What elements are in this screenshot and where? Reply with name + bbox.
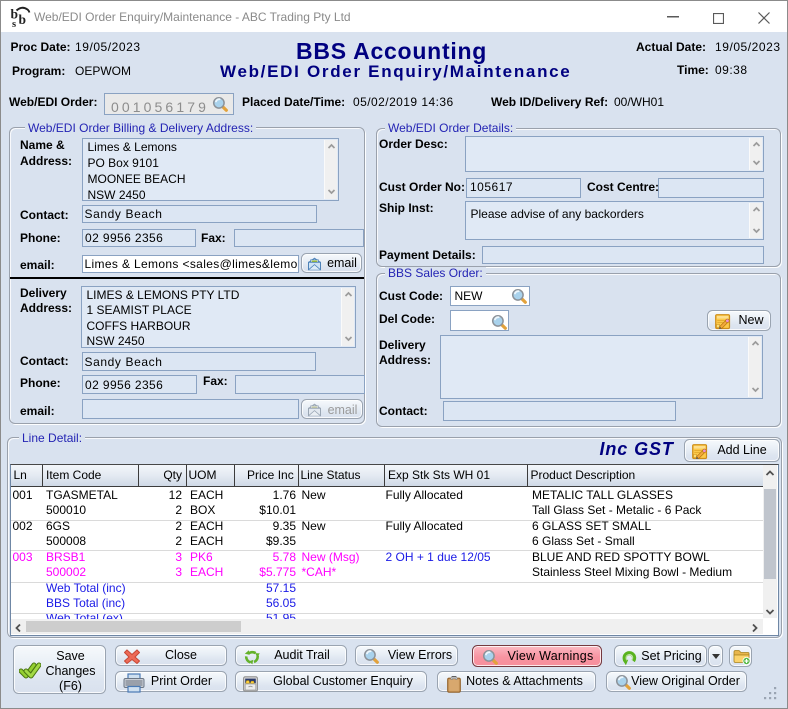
svg-text:s: s — [12, 19, 16, 27]
svg-text:b: b — [19, 12, 27, 27]
